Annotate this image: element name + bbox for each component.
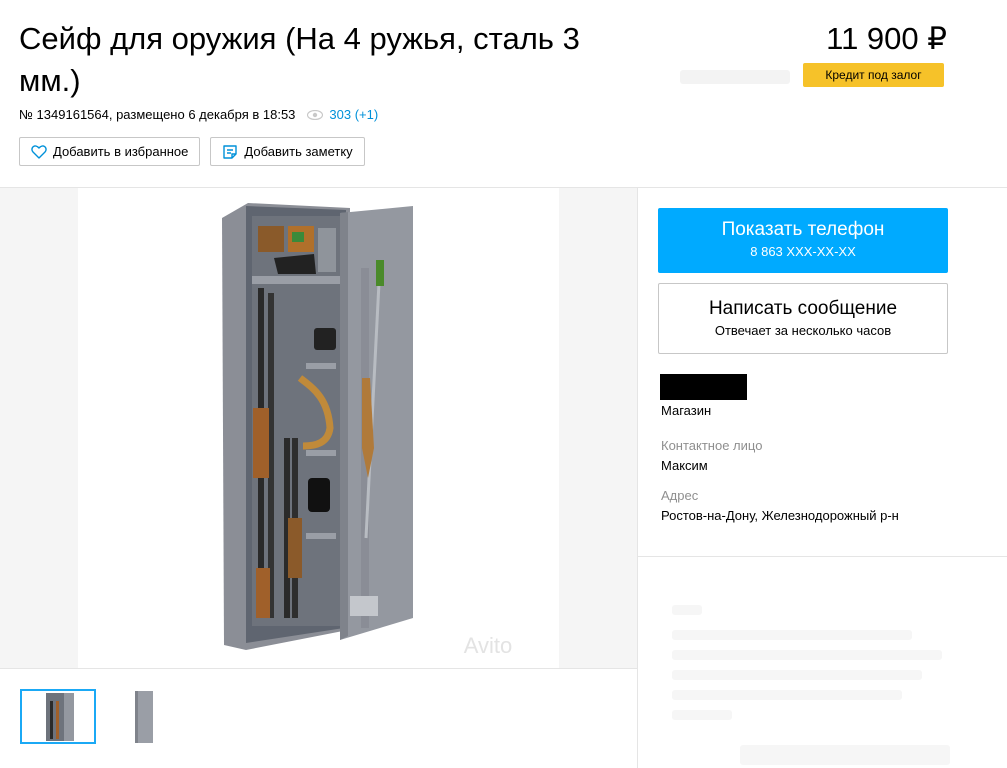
write-message-label: Написать сообщение <box>708 298 898 319</box>
avito-watermark: Avito <box>464 633 513 658</box>
thumbnail-image <box>135 691 153 743</box>
thumb-divider <box>0 668 637 669</box>
show-phone-label: Показать телефон <box>721 219 885 240</box>
listing-id-date: № 1349161564, размещено 6 декабря в 18:5… <box>19 107 296 122</box>
favorite-label: Добавить в избранное <box>53 144 189 159</box>
seller-name-redacted[interactable] <box>660 374 747 400</box>
phone-number: 8 863 XXX-XX-XX <box>750 244 856 259</box>
write-message-button[interactable]: Написать сообщение Отвечает за несколько… <box>658 283 948 354</box>
note-label: Добавить заметку <box>244 144 353 159</box>
listing-title: Сейф для оружия (На 4 ружья, сталь 3 мм.… <box>19 21 580 98</box>
sidebar-divider <box>638 556 1007 557</box>
listing-price: 11 900 ₽ <box>826 21 947 56</box>
add-note-button[interactable]: Добавить заметку <box>210 137 365 166</box>
add-to-favorites-button[interactable]: Добавить в избранное <box>19 137 201 166</box>
gun-safe-image: Avito <box>222 203 513 658</box>
thumbnail-1[interactable] <box>20 689 96 744</box>
heart-icon <box>31 144 47 159</box>
contact-person-label: Контактное лицо <box>661 438 763 453</box>
seller-type: Магазин <box>661 403 712 418</box>
listing-actions: Добавить в избранное Добавить заметку <box>19 137 365 166</box>
contact-person-name: Максим <box>661 458 708 473</box>
views-count[interactable]: 303 (+1) <box>329 107 378 122</box>
thumbnail-2[interactable] <box>115 689 191 744</box>
faded-placeholder <box>672 690 902 700</box>
thumbnail-image <box>46 693 74 741</box>
price-shadow-placeholder <box>680 70 790 84</box>
faded-placeholder <box>740 745 950 765</box>
column-divider <box>637 188 638 768</box>
show-phone-button[interactable]: Показать телефон 8 863 XXX-XX-XX <box>658 208 948 273</box>
address-label: Адрес <box>661 488 699 503</box>
main-photo[interactable]: Avito <box>78 188 559 668</box>
eye-icon <box>307 109 324 120</box>
faded-placeholder <box>672 650 942 660</box>
listing-meta: № 1349161564, размещено 6 декабря в 18:5… <box>19 107 378 122</box>
faded-placeholder <box>672 670 922 680</box>
note-icon <box>223 144 238 159</box>
faded-placeholder <box>672 605 702 615</box>
photo-gallery[interactable]: Avito <box>0 188 637 668</box>
response-time: Отвечает за несколько часов <box>714 323 892 338</box>
address-value: Ростов-на-Дону, Железнодорожный р-н <box>661 508 899 523</box>
faded-placeholder <box>672 710 732 720</box>
credit-button[interactable]: Кредит под залог <box>803 63 944 87</box>
faded-placeholder <box>672 630 912 640</box>
